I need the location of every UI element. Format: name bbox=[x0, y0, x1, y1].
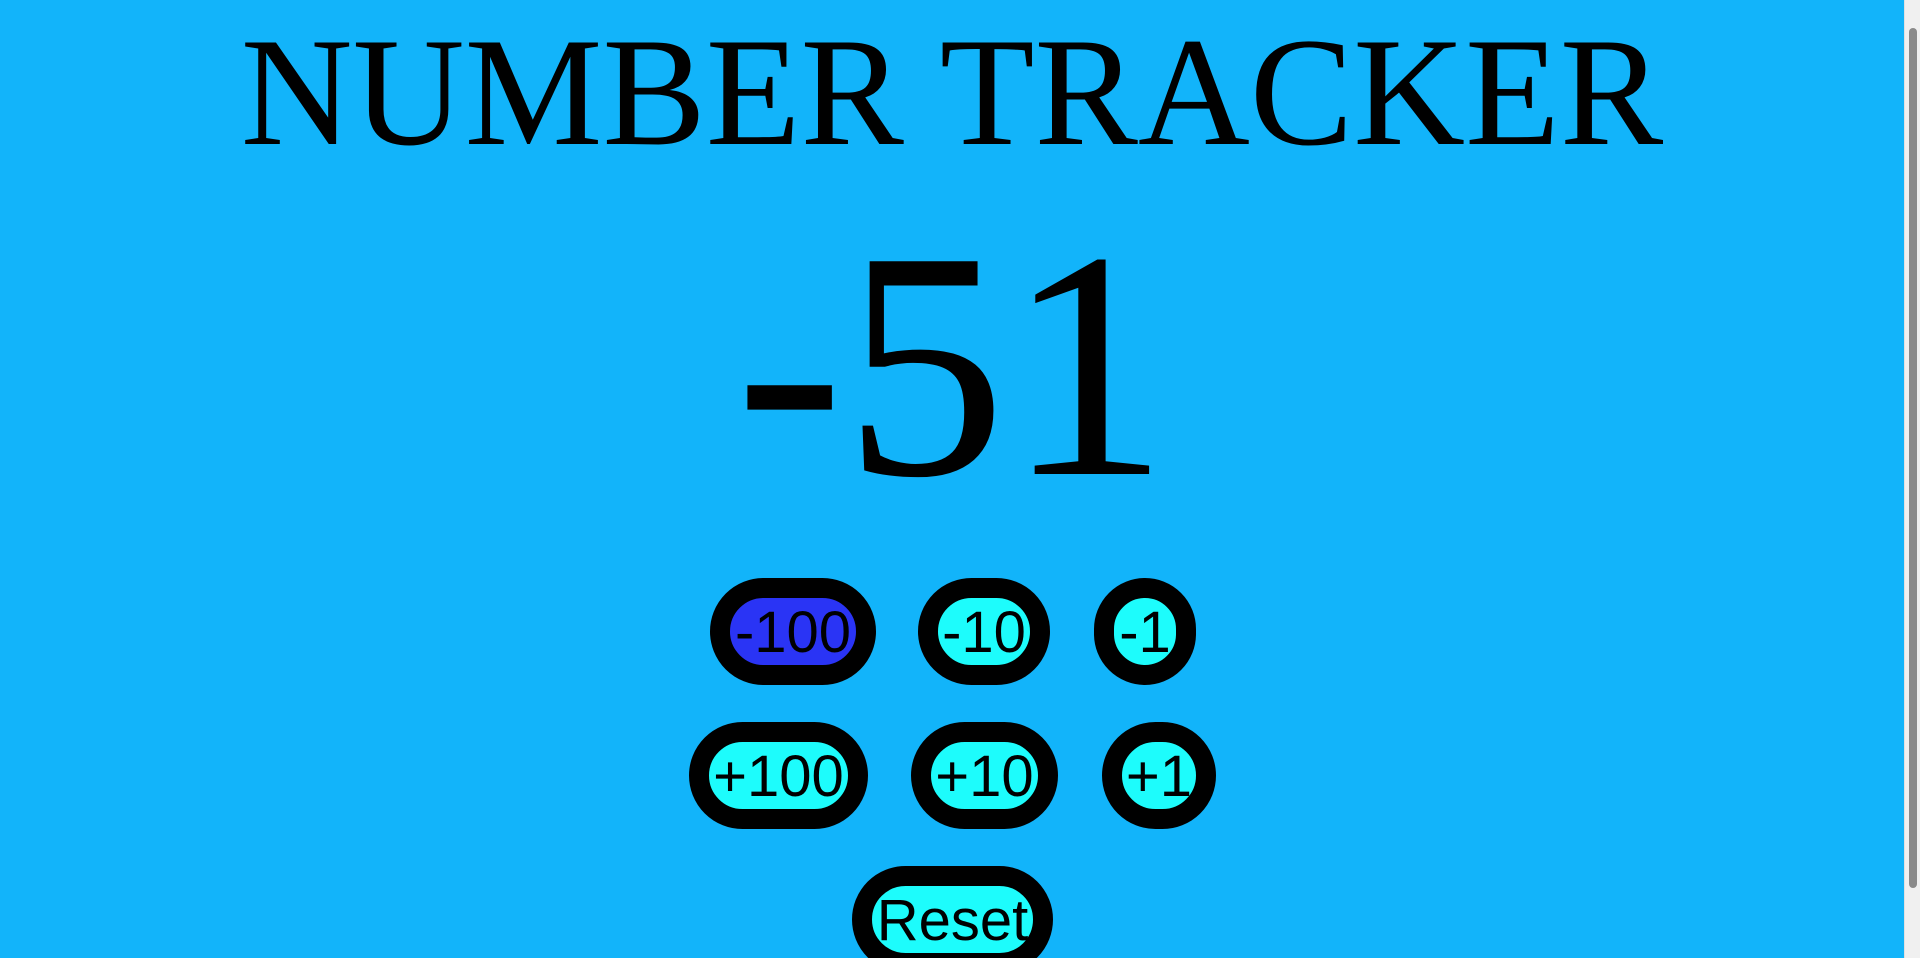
minus-100-button[interactable]: -100 bbox=[710, 578, 876, 685]
number-tracker-page: NUMBER TRACKER -51 -100 -10 -1 +100 +10 … bbox=[0, 0, 1904, 958]
minus-10-button[interactable]: -10 bbox=[918, 578, 1050, 685]
minus-1-label: -1 bbox=[1119, 599, 1171, 665]
page-title: NUMBER TRACKER bbox=[240, 6, 1664, 178]
plus-1-button[interactable]: +1 bbox=[1102, 722, 1216, 829]
reset-button[interactable]: Reset bbox=[852, 866, 1053, 958]
minus-100-label: -100 bbox=[734, 599, 852, 665]
minus-10-label: -10 bbox=[942, 599, 1026, 665]
scrollbar-thumb[interactable] bbox=[1909, 28, 1917, 888]
vertical-scrollbar[interactable] bbox=[1904, 0, 1920, 958]
reset-label: Reset bbox=[876, 887, 1029, 953]
plus-1-label: +1 bbox=[1125, 743, 1193, 809]
plus-10-label: +10 bbox=[935, 743, 1034, 809]
current-value-display: -51 bbox=[735, 185, 1169, 545]
plus-100-button[interactable]: +100 bbox=[689, 722, 868, 829]
plus-10-button[interactable]: +10 bbox=[911, 722, 1058, 829]
plus-100-label: +100 bbox=[713, 743, 844, 809]
minus-1-button[interactable]: -1 bbox=[1094, 578, 1196, 685]
